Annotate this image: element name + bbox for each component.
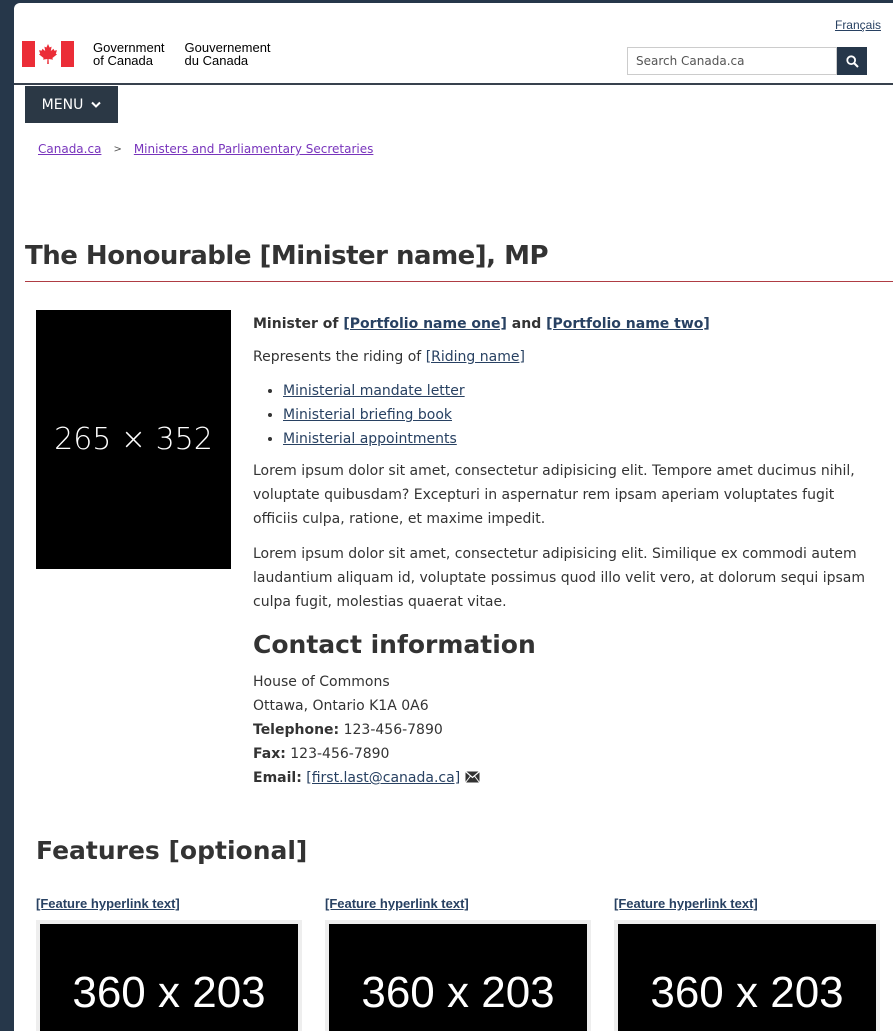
minister-portfolio-line: Minister of [Portfolio name one] and [Po…	[253, 316, 710, 332]
bio-paragraph-1: Lorem ipsum dolor sit amet, consectetur …	[253, 463, 855, 527]
chevron-down-icon	[91, 101, 102, 108]
title-underline	[25, 281, 893, 282]
appointments-link[interactable]: Ministerial appointments	[283, 431, 457, 447]
feature-card: [Feature hyperlink text] 360 x 203	[36, 893, 304, 1031]
breadcrumb-link-canada[interactable]: Canada.ca	[38, 142, 101, 156]
search-button[interactable]	[837, 47, 867, 75]
breadcrumb-link-ministers[interactable]: Ministers and Parliamentary Secretaries	[134, 142, 374, 156]
feature-link[interactable]: [Feature hyperlink text]	[614, 896, 758, 911]
search-input[interactable]	[627, 47, 837, 75]
signature-french: Gouvernement du Canada	[184, 40, 271, 68]
envelope-icon	[464, 771, 480, 783]
contact-address-line-1: House of Commons	[253, 674, 390, 690]
contact-address-line-2: Ottawa, Ontario K1A 0A6	[253, 698, 429, 714]
language-toggle-link[interactable]: Français	[835, 18, 881, 32]
breadcrumb: Canada.ca > Ministers and Parliamentary …	[38, 142, 373, 156]
ministerial-links-list: Ministerial mandate letter Ministerial b…	[283, 379, 883, 451]
feature-thumbnail[interactable]: 360 x 203	[618, 924, 876, 1031]
features-heading: Features [optional]	[36, 836, 308, 865]
email-link[interactable]: [first.last@canada.ca]	[306, 770, 460, 786]
feature-thumbnail[interactable]: 360 x 203	[329, 924, 587, 1031]
feature-link[interactable]: [Feature hyperlink text]	[36, 896, 180, 911]
list-item: Ministerial appointments	[283, 427, 883, 451]
signature-english: Government of Canada	[93, 40, 165, 68]
maple-leaf-icon	[39, 44, 57, 64]
feature-card: [Feature hyperlink text] 360 x 203	[614, 893, 882, 1031]
list-item: Ministerial briefing book	[283, 403, 883, 427]
bio-paragraph-2: Lorem ipsum dolor sit amet, consectetur …	[253, 546, 866, 610]
contact-email: Email: [first.last@canada.ca]	[253, 766, 883, 790]
header-divider	[14, 83, 893, 85]
list-item: Ministerial mandate letter	[283, 379, 883, 403]
government-signature[interactable]: Government of Canada Gouvernement du Can…	[22, 41, 271, 67]
page-title: The Honourable [Minister name], MP	[25, 241, 549, 271]
menu-button[interactable]: MENU	[25, 86, 118, 123]
contact-telephone: Telephone: 123-456-7890	[253, 722, 443, 738]
feature-card: [Feature hyperlink text] 360 x 203	[325, 893, 593, 1031]
portfolio-two-link[interactable]: [Portfolio name two]	[546, 316, 710, 332]
contact-fax: Fax: 123-456-7890	[253, 746, 390, 762]
riding-line: Represents the riding of [Riding name]	[253, 349, 525, 365]
browser-frame-edge	[0, 0, 14, 1031]
feature-thumbnail-frame: 360 x 203	[325, 920, 591, 1031]
canada-flag-icon	[22, 41, 74, 67]
feature-link[interactable]: [Feature hyperlink text]	[325, 896, 469, 911]
minister-details: Minister of [Portfolio name one] and [Po…	[253, 313, 883, 790]
site-search	[627, 47, 867, 75]
mandate-letter-link[interactable]: Ministerial mandate letter	[283, 383, 465, 399]
minister-portrait-placeholder: 265 × 352	[36, 310, 231, 569]
feature-thumbnail-frame: 360 x 203	[614, 920, 880, 1031]
search-icon	[845, 54, 859, 68]
portfolio-one-link[interactable]: [Portfolio name one]	[343, 316, 507, 332]
breadcrumb-separator: >	[113, 143, 122, 155]
riding-link[interactable]: [Riding name]	[426, 349, 525, 365]
contact-heading: Contact information	[253, 630, 536, 659]
menu-label: MENU	[41, 96, 84, 113]
feature-thumbnail[interactable]: 360 x 203	[40, 924, 298, 1031]
feature-thumbnail-frame: 360 x 203	[36, 920, 302, 1031]
briefing-book-link[interactable]: Ministerial briefing book	[283, 407, 452, 423]
